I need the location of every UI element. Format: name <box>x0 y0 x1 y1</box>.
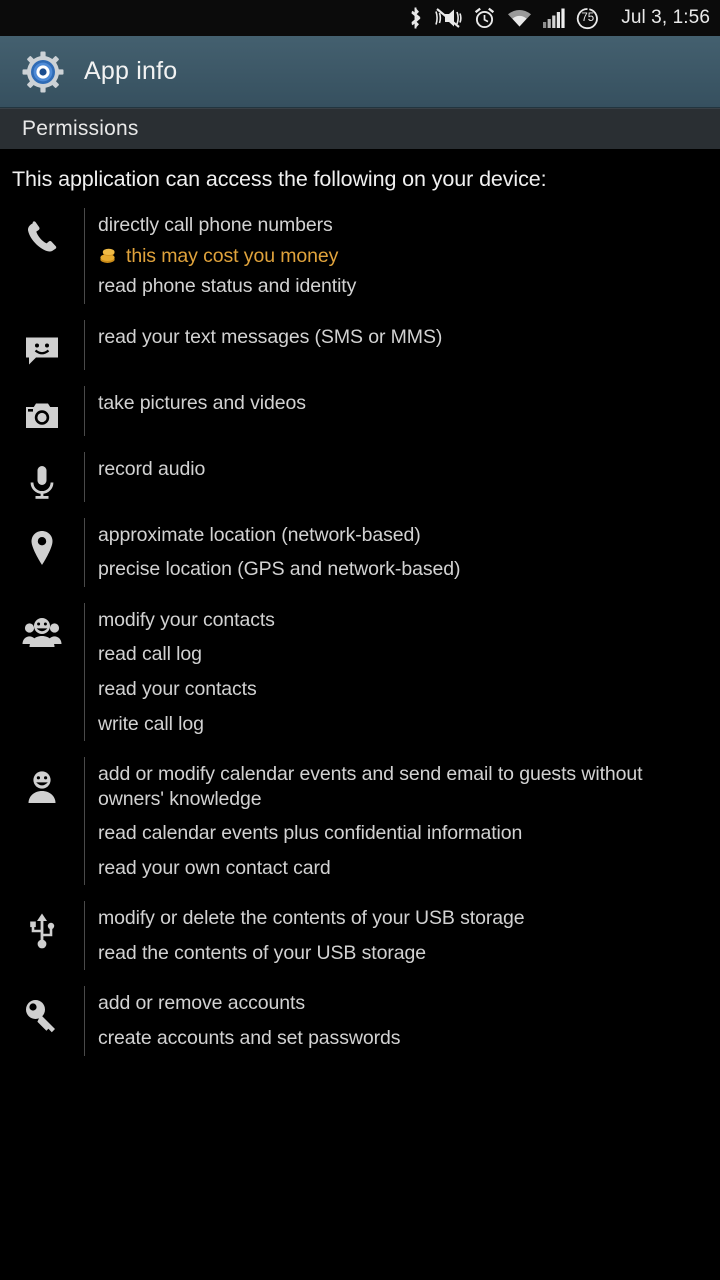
person-icon <box>0 757 84 885</box>
coins-icon <box>98 246 117 265</box>
permission-group: record audio <box>0 451 720 502</box>
settings-gear-icon[interactable] <box>22 51 64 93</box>
permission-group-items: modify or delete the contents of your US… <box>84 901 712 971</box>
usb-icon <box>0 901 84 970</box>
bluetooth-icon <box>411 7 421 29</box>
section-header-label: Permissions <box>22 117 139 140</box>
page-title: App info <box>84 57 178 85</box>
permission-item: take pictures and videos <box>98 391 306 414</box>
permission-item: add or modify calendar events and send e… <box>98 763 643 810</box>
permission-group-items: approximate location (network-based) prec… <box>84 517 712 587</box>
permission-group: add or modify calendar events and send e… <box>0 757 720 886</box>
permission-item: modify your contacts <box>98 608 275 631</box>
mute-vibrate-icon <box>435 8 462 28</box>
permission-group: take pictures and videos <box>0 385 720 436</box>
permission-groups-list: directly call phone numbers this may cost… <box>0 192 720 1072</box>
permission-cost-warning: this may cost you money <box>98 243 712 270</box>
permission-item: precise location (GPS and network-based) <box>98 558 461 581</box>
permission-item: read calendar events plus confidential i… <box>98 822 523 845</box>
permission-item: write call log <box>98 712 204 735</box>
permission-group-items: directly call phone numbers this may cost… <box>84 208 712 304</box>
permission-group-items: take pictures and videos <box>84 385 712 436</box>
signal-icon <box>543 8 565 28</box>
permission-item: read call log <box>98 643 202 666</box>
permission-group-items: record audio <box>84 451 712 502</box>
permission-group-items: add or remove accounts create accounts an… <box>84 986 712 1056</box>
permission-group: approximate location (network-based) prec… <box>0 517 720 587</box>
permissions-content: This application can access the followin… <box>0 149 720 1072</box>
permission-item: modify or delete the contents of your US… <box>98 907 525 930</box>
contacts-group-icon <box>0 603 84 741</box>
status-bar-icons: 75 Jul 3, 1:56 <box>408 6 710 30</box>
permission-group: directly call phone numbers this may cost… <box>0 208 720 304</box>
battery-icon: 75 <box>576 7 599 30</box>
permission-item: create accounts and set passwords <box>98 1027 401 1049</box>
camera-icon <box>0 386 84 436</box>
intro-text: This application can access the followin… <box>12 167 547 191</box>
key-icon <box>0 986 84 1055</box>
phone-icon <box>0 208 84 304</box>
section-header-permissions: Permissions <box>0 108 720 149</box>
permission-item: read your own contact card <box>98 856 331 879</box>
permission-item: approximate location (network-based) <box>98 523 421 546</box>
permission-item: read your text messages (SMS or MMS) <box>98 325 443 348</box>
wifi-icon <box>508 10 532 27</box>
permission-group-items: modify your contacts read call log read yo… <box>84 602 712 742</box>
permission-group: add or remove accounts create accounts an… <box>0 986 720 1056</box>
permission-group: read your text messages (SMS or MMS) <box>0 319 720 370</box>
permission-item: read phone status and identity <box>98 275 357 298</box>
permission-group-items: read your text messages (SMS or MMS) <box>84 319 712 370</box>
permission-group-items: add or modify calendar events and send e… <box>84 757 712 886</box>
location-pin-icon <box>0 518 84 587</box>
status-bar-time: Jul 3, 1:56 <box>621 7 710 28</box>
battery-level: 75 <box>581 12 595 24</box>
permission-item: read the contents of your USB storage <box>98 941 426 964</box>
alarm-icon <box>475 7 495 28</box>
microphone-icon <box>0 452 84 502</box>
permission-item: read your contacts <box>98 677 257 700</box>
permission-item: add or remove accounts <box>98 992 305 1015</box>
permission-cost-warning-label: this may cost you money <box>126 244 339 267</box>
permission-group: modify your contacts read call log read yo… <box>0 602 720 742</box>
status-bar: 75 Jul 3, 1:56 <box>0 0 720 36</box>
permission-item: record audio <box>98 457 206 480</box>
permission-group: modify or delete the contents of your US… <box>0 901 720 971</box>
permission-item: directly call phone numbers <box>98 214 333 236</box>
action-bar[interactable]: App info <box>0 36 720 108</box>
sms-message-icon <box>0 320 84 370</box>
